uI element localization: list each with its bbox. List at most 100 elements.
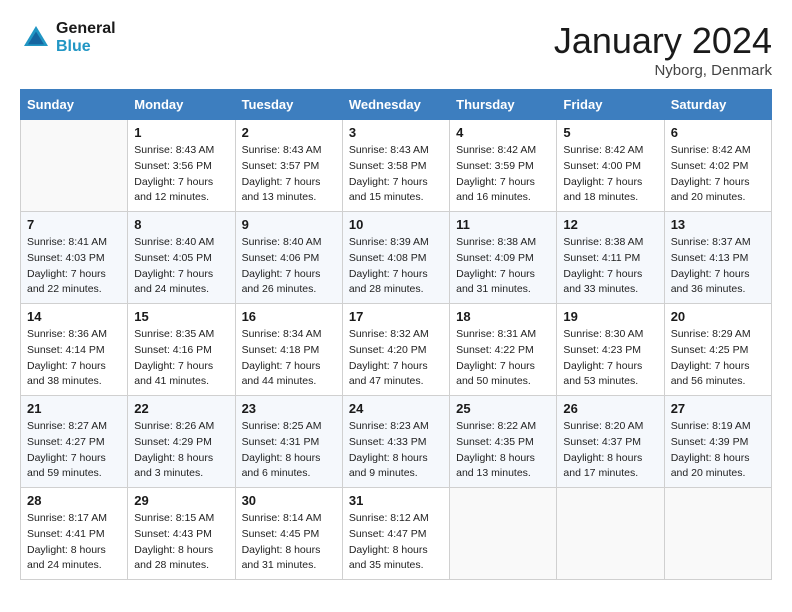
title-block: January 2024 Nyborg, Denmark (554, 20, 772, 79)
day-info: Sunrise: 8:30 AMSunset: 4:23 PMDaylight:… (563, 327, 657, 390)
day-number: 10 (349, 217, 443, 232)
day-info: Sunrise: 8:42 AMSunset: 4:00 PMDaylight:… (563, 143, 657, 206)
day-number: 17 (349, 309, 443, 324)
col-header-wednesday: Wednesday (342, 90, 449, 120)
day-number: 6 (671, 125, 765, 140)
week-row-0: 1 Sunrise: 8:43 AMSunset: 3:56 PMDaylight… (21, 120, 772, 212)
day-info: Sunrise: 8:36 AMSunset: 4:14 PMDaylight:… (27, 327, 121, 390)
day-cell: 16 Sunrise: 8:34 AMSunset: 4:18 PMDayligh… (235, 304, 342, 396)
day-number: 20 (671, 309, 765, 324)
day-cell: 24 Sunrise: 8:23 AMSunset: 4:33 PMDayligh… (342, 396, 449, 488)
day-cell (664, 488, 771, 580)
day-info: Sunrise: 8:29 AMSunset: 4:25 PMDaylight:… (671, 327, 765, 390)
day-info: Sunrise: 8:38 AMSunset: 4:09 PMDaylight:… (456, 235, 550, 298)
page-header: General Blue January 2024 Nyborg, Denmar… (20, 20, 772, 79)
location: Nyborg, Denmark (554, 62, 772, 79)
day-number: 11 (456, 217, 550, 232)
day-cell (557, 488, 664, 580)
col-header-sunday: Sunday (21, 90, 128, 120)
week-row-1: 7Sunrise: 8:41 AMSunset: 4:03 PMDaylight… (21, 212, 772, 304)
logo-icon (20, 22, 52, 54)
day-info: Sunrise: 8:23 AMSunset: 4:33 PMDaylight:… (349, 419, 443, 482)
day-cell: 13Sunrise: 8:37 AMSunset: 4:13 PMDayligh… (664, 212, 771, 304)
day-number: 14 (27, 309, 121, 324)
day-info: Sunrise: 8:40 AMSunset: 4:05 PMDaylight:… (134, 235, 228, 298)
day-cell (21, 120, 128, 212)
day-number: 23 (242, 401, 336, 416)
day-info: Sunrise: 8:22 AMSunset: 4:35 PMDaylight:… (456, 419, 550, 482)
day-number: 22 (134, 401, 228, 416)
day-number: 24 (349, 401, 443, 416)
day-cell: 18 Sunrise: 8:31 AMSunset: 4:22 PMDayligh… (450, 304, 557, 396)
day-number: 4 (456, 125, 550, 140)
calendar-table: SundayMondayTuesdayWednesdayThursdayFrid… (20, 89, 772, 580)
day-cell: 22Sunrise: 8:26 AMSunset: 4:29 PMDayligh… (128, 396, 235, 488)
day-cell: 1 Sunrise: 8:43 AMSunset: 3:56 PMDaylight… (128, 120, 235, 212)
day-number: 5 (563, 125, 657, 140)
day-info: Sunrise: 8:20 AMSunset: 4:37 PMDaylight:… (563, 419, 657, 482)
day-cell: 15 Sunrise: 8:35 AMSunset: 4:16 PMDayligh… (128, 304, 235, 396)
col-header-friday: Friday (557, 90, 664, 120)
week-row-3: 21Sunrise: 8:27 AMSunset: 4:27 PMDayligh… (21, 396, 772, 488)
day-number: 15 (134, 309, 228, 324)
day-number: 27 (671, 401, 765, 416)
day-number: 9 (242, 217, 336, 232)
day-cell: 11 Sunrise: 8:38 AMSunset: 4:09 PMDayligh… (450, 212, 557, 304)
day-number: 21 (27, 401, 121, 416)
day-info: Sunrise: 8:42 AMSunset: 4:02 PMDaylight:… (671, 143, 765, 206)
col-header-thursday: Thursday (450, 90, 557, 120)
day-cell: 30 Sunrise: 8:14 AMSunset: 4:45 PMDayligh… (235, 488, 342, 580)
day-cell: 8 Sunrise: 8:40 AMSunset: 4:05 PMDaylight… (128, 212, 235, 304)
day-info: Sunrise: 8:31 AMSunset: 4:22 PMDaylight:… (456, 327, 550, 390)
month-title: January 2024 (554, 20, 772, 62)
day-cell: 20 Sunrise: 8:29 AMSunset: 4:25 PMDayligh… (664, 304, 771, 396)
day-cell: 31Sunrise: 8:12 AMSunset: 4:47 PMDayligh… (342, 488, 449, 580)
day-number: 12 (563, 217, 657, 232)
day-cell: 2 Sunrise: 8:43 AMSunset: 3:57 PMDaylight… (235, 120, 342, 212)
day-number: 29 (134, 493, 228, 508)
day-info: Sunrise: 8:39 AMSunset: 4:08 PMDaylight:… (349, 235, 443, 298)
day-cell: 3Sunrise: 8:43 AMSunset: 3:58 PMDaylight… (342, 120, 449, 212)
day-info: Sunrise: 8:35 AMSunset: 4:16 PMDaylight:… (134, 327, 228, 390)
col-header-tuesday: Tuesday (235, 90, 342, 120)
day-number: 8 (134, 217, 228, 232)
day-info: Sunrise: 8:42 AMSunset: 3:59 PMDaylight:… (456, 143, 550, 206)
day-info: Sunrise: 8:19 AMSunset: 4:39 PMDaylight:… (671, 419, 765, 482)
day-info: Sunrise: 8:43 AMSunset: 3:57 PMDaylight:… (242, 143, 336, 206)
day-cell: 10 Sunrise: 8:39 AMSunset: 4:08 PMDayligh… (342, 212, 449, 304)
day-cell (450, 488, 557, 580)
day-number: 16 (242, 309, 336, 324)
day-info: Sunrise: 8:34 AMSunset: 4:18 PMDaylight:… (242, 327, 336, 390)
day-cell: 19 Sunrise: 8:30 AMSunset: 4:23 PMDayligh… (557, 304, 664, 396)
col-header-saturday: Saturday (664, 90, 771, 120)
day-cell: 5 Sunrise: 8:42 AMSunset: 4:00 PMDaylight… (557, 120, 664, 212)
day-number: 26 (563, 401, 657, 416)
logo-text: General Blue (56, 20, 116, 56)
day-info: Sunrise: 8:14 AMSunset: 4:45 PMDaylight:… (242, 511, 336, 574)
day-cell: 12 Sunrise: 8:38 AMSunset: 4:11 PMDayligh… (557, 212, 664, 304)
day-info: Sunrise: 8:17 AMSunset: 4:41 PMDaylight:… (27, 511, 121, 574)
day-info: Sunrise: 8:25 AMSunset: 4:31 PMDaylight:… (242, 419, 336, 482)
day-cell: 9 Sunrise: 8:40 AMSunset: 4:06 PMDaylight… (235, 212, 342, 304)
day-number: 28 (27, 493, 121, 508)
day-number: 19 (563, 309, 657, 324)
day-cell: 29Sunrise: 8:15 AMSunset: 4:43 PMDayligh… (128, 488, 235, 580)
day-number: 1 (134, 125, 228, 140)
day-number: 2 (242, 125, 336, 140)
week-row-2: 14 Sunrise: 8:36 AMSunset: 4:14 PMDayligh… (21, 304, 772, 396)
day-info: Sunrise: 8:43 AMSunset: 3:56 PMDaylight:… (134, 143, 228, 206)
week-row-4: 28 Sunrise: 8:17 AMSunset: 4:41 PMDayligh… (21, 488, 772, 580)
day-number: 30 (242, 493, 336, 508)
day-info: Sunrise: 8:40 AMSunset: 4:06 PMDaylight:… (242, 235, 336, 298)
day-cell: 7Sunrise: 8:41 AMSunset: 4:03 PMDaylight… (21, 212, 128, 304)
day-cell: 17Sunrise: 8:32 AMSunset: 4:20 PMDayligh… (342, 304, 449, 396)
day-info: Sunrise: 8:43 AMSunset: 3:58 PMDaylight:… (349, 143, 443, 206)
day-cell: 4 Sunrise: 8:42 AMSunset: 3:59 PMDaylight… (450, 120, 557, 212)
day-info: Sunrise: 8:12 AMSunset: 4:47 PMDaylight:… (349, 511, 443, 574)
day-cell: 25Sunrise: 8:22 AMSunset: 4:35 PMDayligh… (450, 396, 557, 488)
day-number: 13 (671, 217, 765, 232)
day-number: 18 (456, 309, 550, 324)
day-info: Sunrise: 8:38 AMSunset: 4:11 PMDaylight:… (563, 235, 657, 298)
col-header-monday: Monday (128, 90, 235, 120)
day-cell: 14 Sunrise: 8:36 AMSunset: 4:14 PMDayligh… (21, 304, 128, 396)
